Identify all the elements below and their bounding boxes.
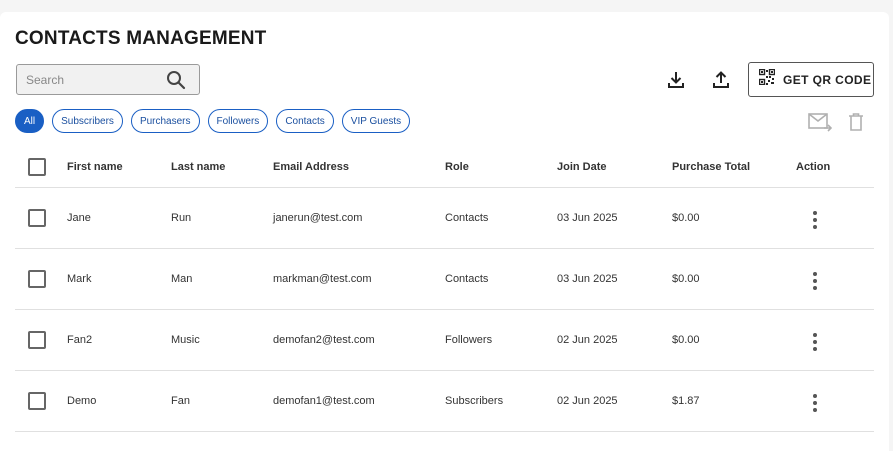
table-row: Mark Man markman@test.com Contacts 03 Ju… [15,248,874,310]
cell-purchase-total: $0.00 [672,309,796,371]
trash-icon[interactable] [844,110,868,134]
cell-email: janerun@test.com [273,187,445,249]
cell-first-name: Demo [67,370,171,432]
table-row: Fan2 Music demofan2@test.com Followers 0… [15,309,874,371]
select-all-checkbox[interactable] [28,157,46,176]
table-row: Jane Run janerun@test.com Contacts 03 Ju… [15,187,874,249]
column-header-join-date[interactable]: Join Date [557,147,672,188]
search-input[interactable] [17,72,167,87]
cell-email: demofan2@test.com [273,309,445,371]
cell-role: Contacts [445,187,557,249]
cell-last-name: Run [171,187,273,249]
row-checkbox[interactable] [28,269,46,288]
cell-join-date: 02 Jun 2025 [557,309,672,371]
search-box[interactable] [16,64,200,95]
cell-first-name: Jane [67,187,171,249]
cell-last-name: Fan [171,370,273,432]
cell-join-date: 03 Jun 2025 [557,187,672,249]
more-options-icon[interactable] [813,333,817,351]
cell-role: Followers [445,309,557,371]
cell-join-date: 02 Jun 2025 [557,370,672,432]
row-checkbox[interactable] [28,208,46,227]
table-row: Demo Fan demofan1@test.com Subscribers 0… [15,370,874,432]
download-icon[interactable] [664,68,688,92]
cell-purchase-total: $0.00 [672,248,796,310]
filter-chip-subscribers[interactable]: Subscribers [52,109,123,133]
cell-purchase-total: $1.87 [672,370,796,432]
get-qr-code-button[interactable]: GET QR CODE [748,62,874,97]
cell-email: markman@test.com [273,248,445,310]
filter-chip-contacts[interactable]: Contacts [276,109,334,133]
qr-code-icon [758,68,776,90]
column-header-last-name[interactable]: Last name [171,147,273,188]
cell-first-name: Mark [67,248,171,310]
get-qr-code-label: GET QR CODE [783,72,872,87]
cell-purchase-total: $0.00 [672,187,796,249]
cell-role: Subscribers [445,370,557,432]
cell-first-name: Fan2 [67,309,171,371]
column-header-action: Action [796,147,874,188]
row-checkbox[interactable] [28,330,46,349]
cell-last-name: Music [171,309,273,371]
search-icon[interactable] [166,70,186,90]
table-header-row: First name Last name Email Address Role … [15,147,874,188]
column-header-purchase-total[interactable]: Purchase Total [672,147,796,188]
filter-chip-vip-guests[interactable]: VIP Guests [341,109,411,133]
cell-join-date: 03 Jun 2025 [557,248,672,310]
page-title: CONTACTS MANAGEMENT [15,28,267,49]
filter-chip-followers[interactable]: Followers [207,109,269,133]
email-send-icon[interactable] [808,110,832,134]
cell-role: Contacts [445,248,557,310]
more-options-icon[interactable] [813,211,817,229]
filter-chip-purchasers[interactable]: Purchasers [130,109,200,133]
more-options-icon[interactable] [813,394,817,412]
column-header-role[interactable]: Role [445,147,557,188]
upload-icon[interactable] [709,68,733,92]
contacts-card: CONTACTS MANAGEMENT Search GET QR CODE A… [0,12,889,451]
row-checkbox[interactable] [28,391,46,410]
cell-email: demofan1@test.com [273,370,445,432]
column-header-email[interactable]: Email Address [273,147,445,188]
contacts-table: First name Last name Email Address Role … [15,147,874,432]
column-header-first-name[interactable]: First name [67,147,171,188]
role-filter-chips: All Subscribers Purchasers Followers Con… [15,109,411,133]
more-options-icon[interactable] [813,272,817,290]
cell-last-name: Man [171,248,273,310]
filter-chip-all[interactable]: All [15,109,45,133]
